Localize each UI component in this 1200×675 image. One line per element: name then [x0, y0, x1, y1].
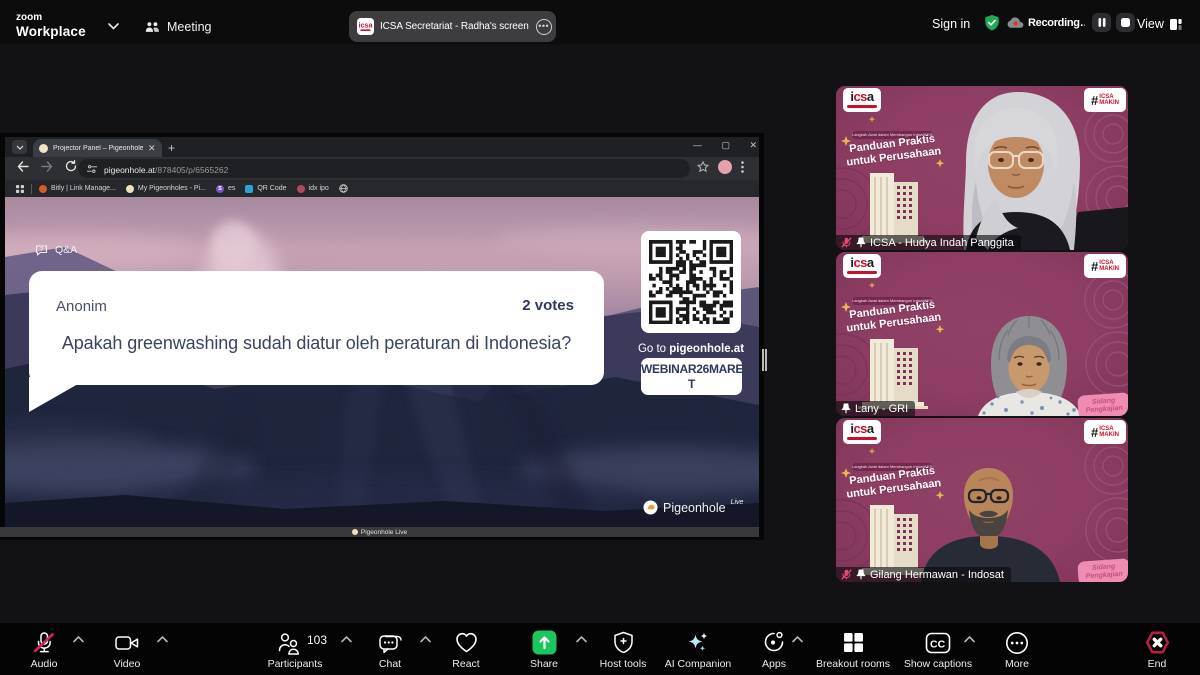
svg-text:icsa: icsa — [359, 21, 373, 29]
svg-text:?: ? — [40, 247, 43, 253]
svg-text:CC: CC — [930, 638, 946, 650]
